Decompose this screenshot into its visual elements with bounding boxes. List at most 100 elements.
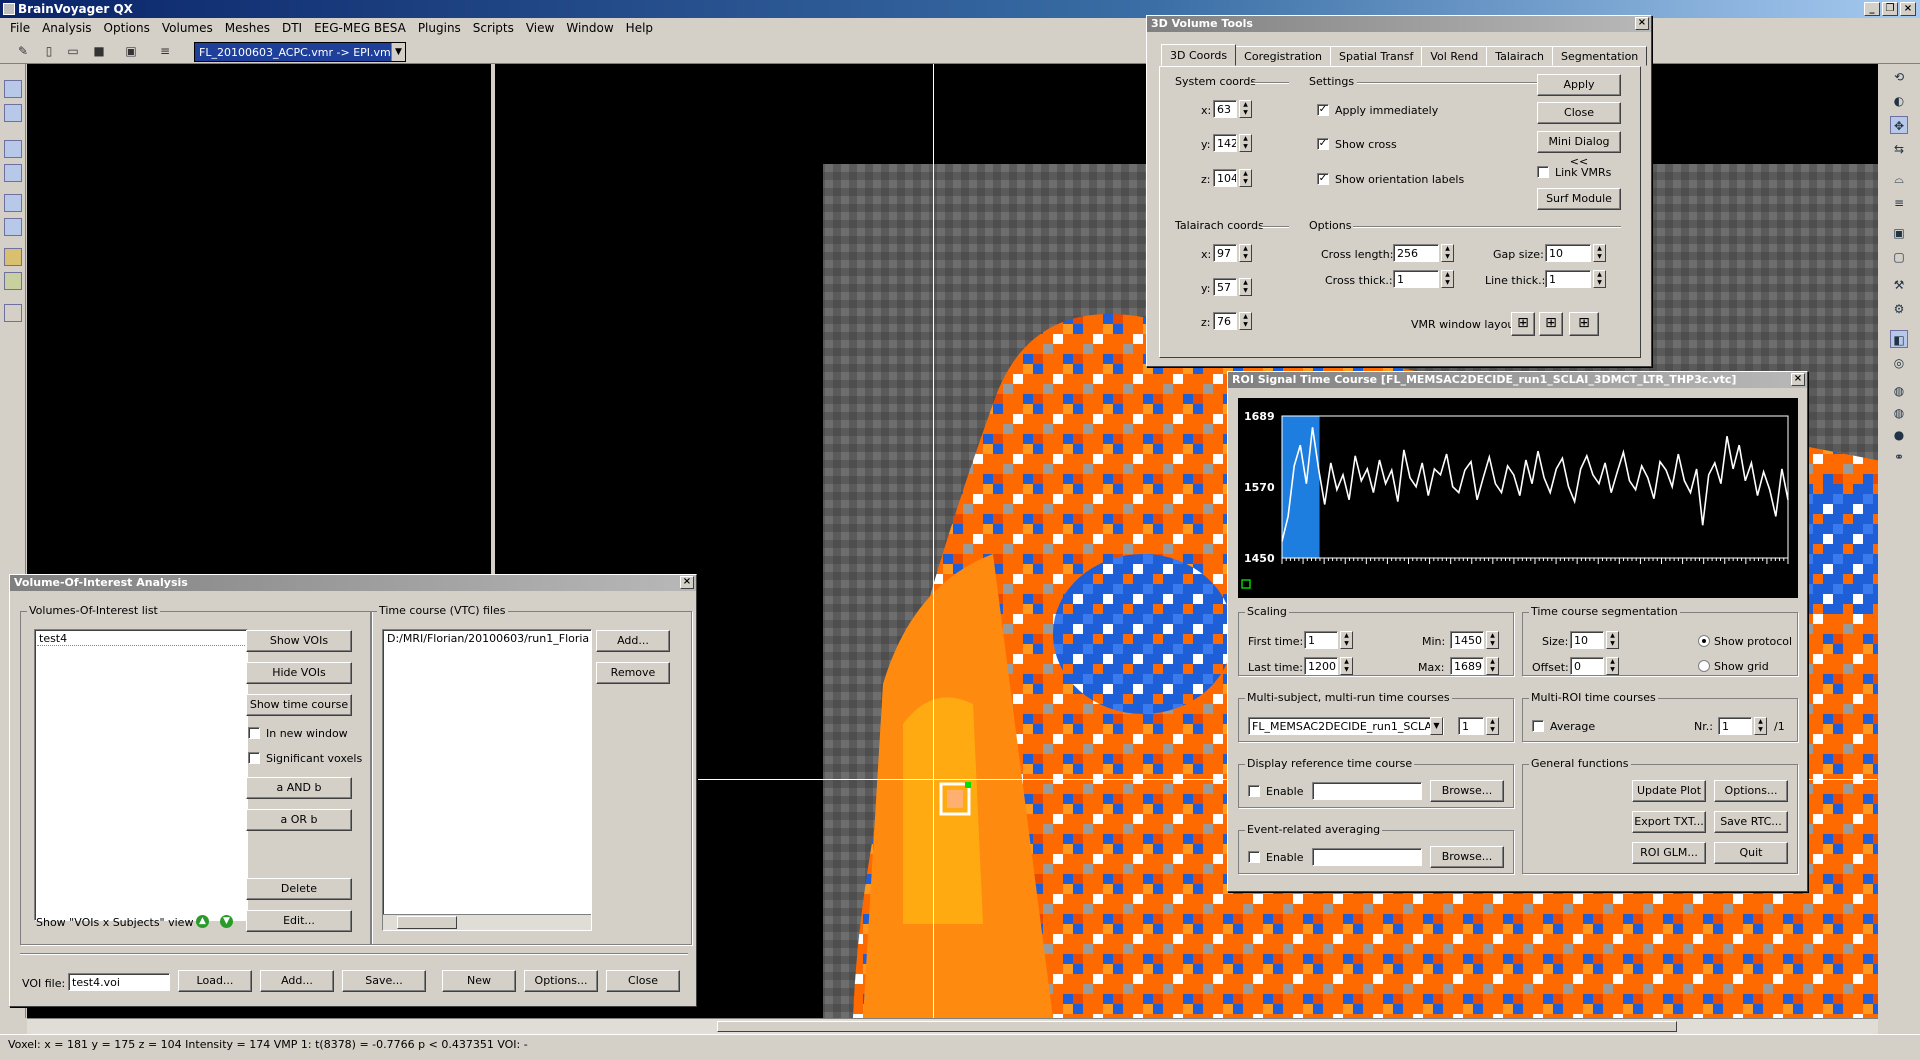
menu-window[interactable]: Window xyxy=(560,21,619,35)
layout-3x2-icon[interactable]: ⊞ xyxy=(1569,312,1599,336)
layout-2-icon[interactable] xyxy=(4,164,22,182)
scrollbar-thumb[interactable] xyxy=(397,916,457,929)
min-spinner[interactable]: ▲ ▼ xyxy=(1486,631,1499,649)
menu-scripts[interactable]: Scripts xyxy=(467,21,520,35)
list-item[interactable]: D:/MRI/Florian/20100603/run1_Florian_10 xyxy=(385,632,589,646)
tab-vol-rend[interactable]: Vol Rend xyxy=(1421,46,1488,66)
arrow-down-icon[interactable]: ▼ xyxy=(220,915,233,928)
tal-y-field[interactable]: 57 xyxy=(1213,278,1237,296)
chevron-down-icon[interactable]: ▼ xyxy=(391,43,405,61)
max-spinner[interactable]: ▲ ▼ xyxy=(1486,657,1499,675)
tal-x-field[interactable]: 97 xyxy=(1213,244,1237,262)
new-button[interactable]: New xyxy=(442,970,516,992)
display-ref-enable-checkbox[interactable] xyxy=(1248,785,1260,797)
size-field[interactable]: 10 xyxy=(1570,631,1604,649)
mini-dialog-button[interactable]: Mini Dialog << xyxy=(1537,131,1621,168)
roi-glm-button[interactable]: ROI GLM... xyxy=(1632,842,1706,864)
export-txt-button[interactable]: Export TXT... xyxy=(1632,811,1706,833)
surf-module-button[interactable]: Surf Module xyxy=(1537,188,1621,210)
size-spinner[interactable]: ▲ ▼ xyxy=(1606,631,1619,649)
display-ref-path-field[interactable] xyxy=(1312,782,1422,800)
gap-size-spinner[interactable]: ▲ ▼ xyxy=(1593,244,1606,262)
hide-vois-button[interactable]: Hide VOIs xyxy=(246,662,352,684)
first-time-spinner[interactable]: ▲ ▼ xyxy=(1340,631,1353,649)
menu-plugins[interactable]: Plugins xyxy=(412,21,467,35)
cylinder-icon[interactable]: ⌓ xyxy=(1890,170,1908,188)
roi-options-button[interactable]: Options... xyxy=(1714,780,1788,802)
show-protocol-radio[interactable] xyxy=(1698,635,1710,647)
offset-field[interactable]: 0 xyxy=(1570,657,1604,675)
save-icon[interactable]: ■ xyxy=(90,42,108,60)
close-app-button[interactable]: × xyxy=(1900,2,1916,16)
a-and-b-button[interactable]: a AND b xyxy=(246,777,352,799)
voi-file-field[interactable]: test4.voi xyxy=(68,973,170,991)
scrollbar-thumb[interactable] xyxy=(717,1021,1677,1032)
zoom-out-icon[interactable] xyxy=(4,358,22,376)
new-file-icon[interactable]: ▯ xyxy=(40,42,58,60)
list-item[interactable]: test4 xyxy=(37,632,245,646)
rotate-icon[interactable]: ⟲ xyxy=(1890,68,1908,86)
max-field[interactable]: 1689 xyxy=(1450,657,1484,675)
quit-button[interactable]: Quit xyxy=(1714,842,1788,864)
nr-spinner[interactable]: ▲ ▼ xyxy=(1754,717,1767,735)
show-orientation-checkbox[interactable]: ✓ xyxy=(1317,173,1329,185)
close-button[interactable]: Close xyxy=(1537,102,1621,124)
voi-listbox[interactable]: test4 xyxy=(34,629,248,921)
layout-2x2-icon[interactable]: ⊞ xyxy=(1539,312,1563,336)
cube-2-icon[interactable]: ▢ xyxy=(1890,248,1908,266)
multisubject-spinner[interactable]: ▲ ▼ xyxy=(1486,717,1499,735)
event-browse-button[interactable]: Browse... xyxy=(1430,846,1504,868)
document-icon[interactable]: ≡ xyxy=(156,42,174,60)
tool-2-icon[interactable]: ⚙ xyxy=(1890,300,1908,318)
tal-z-spinner[interactable]: ▲ ▼ xyxy=(1239,312,1252,330)
first-time-field[interactable]: 1 xyxy=(1304,631,1338,649)
a-or-b-button[interactable]: a OR b xyxy=(246,809,352,831)
dots-icon[interactable] xyxy=(4,304,22,322)
sagittal-view-icon[interactable] xyxy=(4,80,22,98)
paint-2-icon[interactable]: ◍ xyxy=(1890,404,1908,422)
link-vmrs-checkbox[interactable] xyxy=(1537,166,1549,178)
open-folder-icon[interactable]: ▭ xyxy=(64,42,82,60)
line-thick-spinner[interactable]: ▲ ▼ xyxy=(1593,270,1606,288)
apply-immediately-checkbox[interactable]: ✓ xyxy=(1317,104,1329,116)
arrow-up-icon[interactable]: ▲ xyxy=(196,915,209,928)
show-vois-button[interactable]: Show VOIs xyxy=(246,630,352,652)
cross-thick-spinner[interactable]: ▲ ▼ xyxy=(1441,270,1454,288)
multisubject-select[interactable]: FL_MEMSAC2DECIDE_run1_SCLAI_3D xyxy=(1248,717,1444,735)
close-icon[interactable]: × xyxy=(1635,17,1649,30)
voi-options-button[interactable]: Options... xyxy=(524,970,598,992)
sys-x-spinner[interactable]: ▲ ▼ xyxy=(1239,100,1252,118)
nr-field[interactable]: 1 xyxy=(1718,717,1752,735)
menu-options[interactable]: Options xyxy=(98,21,156,35)
layout-1x1-icon[interactable]: ⊞ xyxy=(1511,312,1535,336)
multisubject-nr-field[interactable]: 1 xyxy=(1458,717,1484,735)
horizontal-scrollbar[interactable] xyxy=(27,1018,1878,1034)
last-time-spinner[interactable]: ▲ ▼ xyxy=(1340,657,1353,675)
average-checkbox[interactable] xyxy=(1532,720,1544,732)
offset-spinner[interactable]: ▲ ▼ xyxy=(1606,657,1619,675)
cube-icon[interactable]: ▣ xyxy=(1890,224,1908,242)
add-vtc-button[interactable]: Add... xyxy=(596,630,670,652)
show-grid-radio[interactable] xyxy=(1698,660,1710,672)
stack-icon[interactable]: ≡ xyxy=(1890,194,1908,212)
menu-volumes[interactable]: Volumes xyxy=(156,21,219,35)
sys-y-spinner[interactable]: ▲ ▼ xyxy=(1239,134,1252,152)
event-path-field[interactable] xyxy=(1312,848,1422,866)
close-icon[interactable]: × xyxy=(680,576,694,589)
grid-view-icon[interactable] xyxy=(4,104,22,122)
tool-icon[interactable]: ⚒ xyxy=(1890,276,1908,294)
update-plot-button[interactable]: Update Plot xyxy=(1632,780,1706,802)
brain-map-2-icon[interactable] xyxy=(4,272,22,290)
menu-meshes[interactable]: Meshes xyxy=(219,21,276,35)
tal-x-spinner[interactable]: ▲ ▼ xyxy=(1239,244,1252,262)
last-time-field[interactable]: 1200 xyxy=(1304,657,1338,675)
add-voi-button[interactable]: Add... xyxy=(260,970,334,992)
display-ref-browse-button[interactable]: Browse... xyxy=(1430,780,1504,802)
min-field[interactable]: 1450 xyxy=(1450,631,1484,649)
pane-divider[interactable] xyxy=(491,64,495,574)
load-button[interactable]: Load... xyxy=(178,970,252,992)
brain-map-icon[interactable] xyxy=(4,248,22,266)
sys-z-spinner[interactable]: ▲ ▼ xyxy=(1239,169,1252,187)
menu-view[interactable]: View xyxy=(520,21,560,35)
move-icon[interactable]: ✥ xyxy=(1890,116,1908,134)
